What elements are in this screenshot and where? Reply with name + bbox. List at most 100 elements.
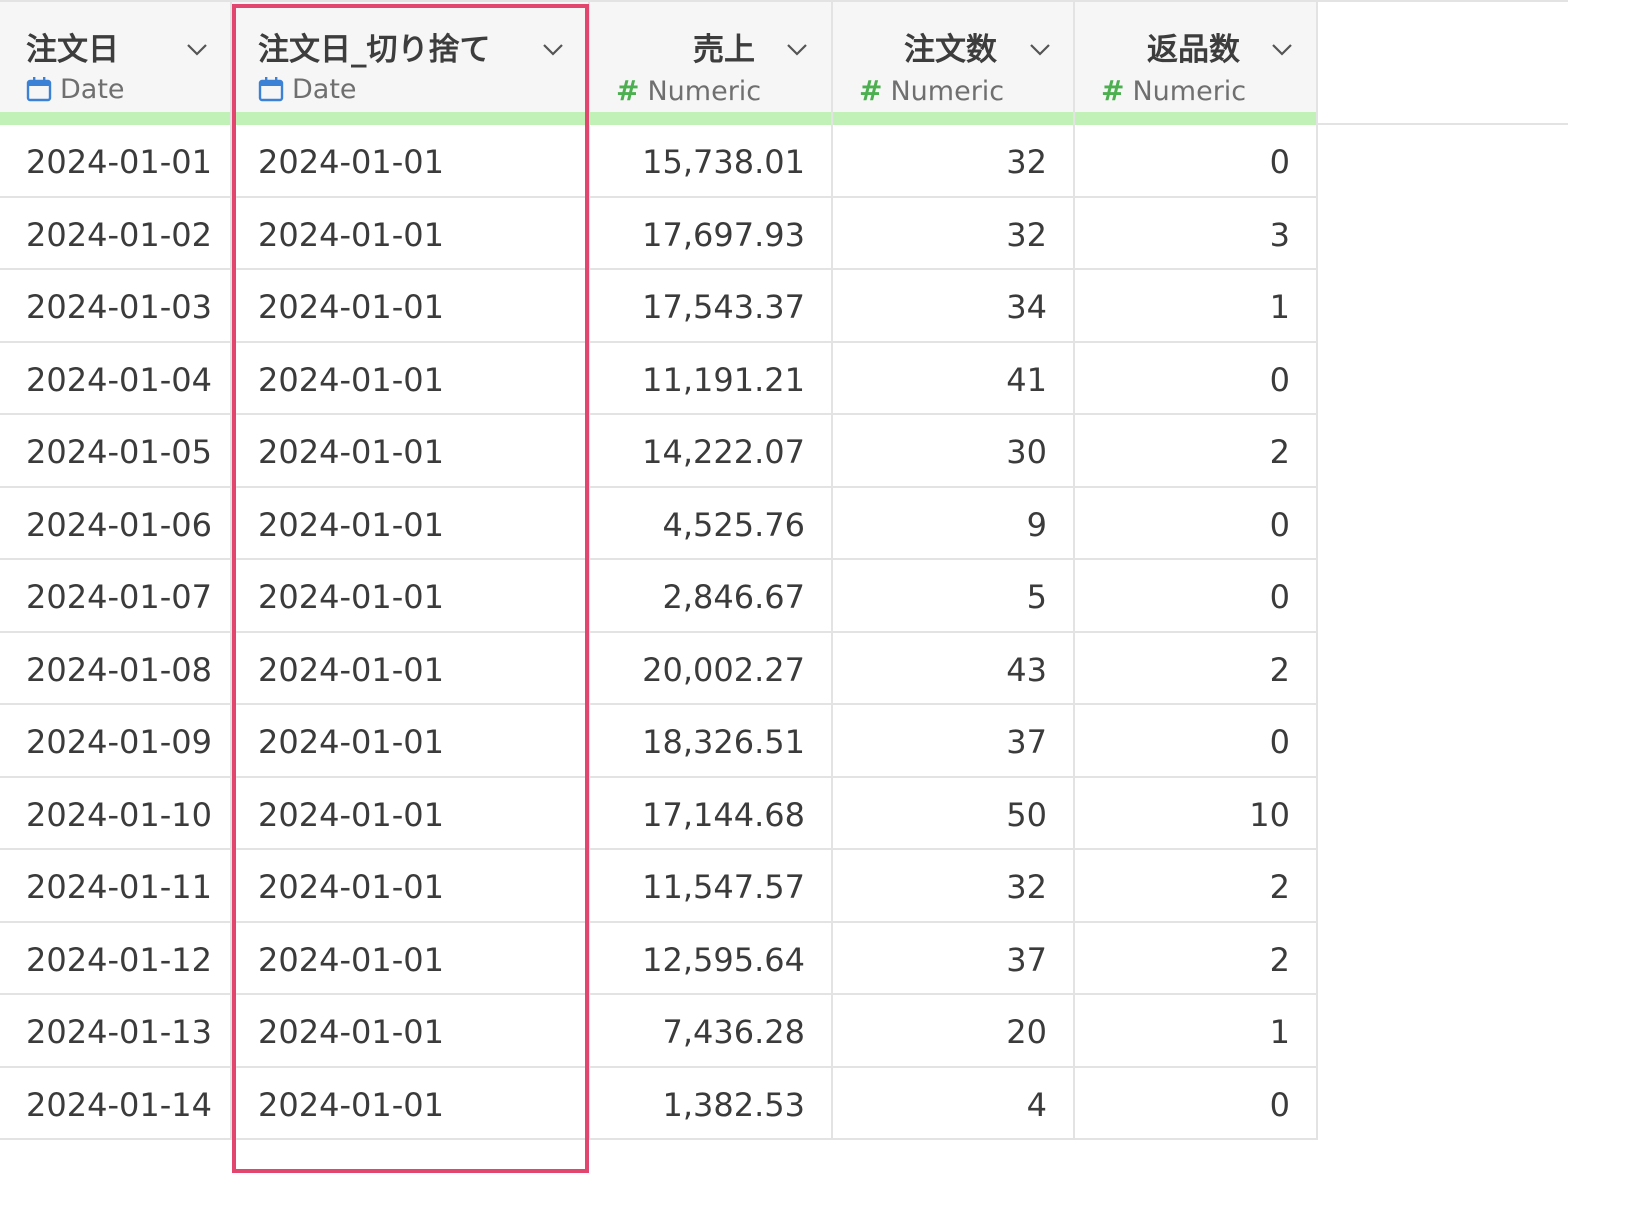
table-cell[interactable]: 2 [1075,850,1316,923]
chevron-down-icon[interactable] [186,38,208,60]
table-cell[interactable]: 5 [833,560,1073,633]
table-cell[interactable]: 2024-01-01 [232,850,588,923]
table-cell[interactable]: 2 [1075,923,1316,995]
table-cell[interactable]: 1 [1075,995,1316,1068]
table-cell[interactable]: 4,525.76 [590,488,831,560]
table-cell[interactable]: 37 [833,705,1073,778]
table-cell[interactable]: 17,697.93 [590,198,831,270]
table-column-1: 注文日 Date 2024-01-01 2024-01-02 2024-01-03 202… [0,0,232,1140]
table-cell[interactable]: 12,595.64 [590,923,831,995]
hash-icon: # [1101,74,1125,107]
table-cell[interactable]: 2024-01-01 [232,488,588,560]
table-cell[interactable]: 2024-01-13 [0,995,230,1068]
column-type-label: Numeric [1132,76,1247,107]
table-cell[interactable]: 2024-01-01 [232,415,588,488]
table-cell[interactable]: 32 [833,125,1073,198]
table-cell[interactable]: 2024-01-01 [232,560,588,633]
table-cell[interactable]: 17,543.37 [590,270,831,343]
table-cell[interactable]: 30 [833,415,1073,488]
column-header[interactable]: 返品数 # Numeric [1075,0,1316,112]
calendar-icon [26,76,52,109]
table-cell[interactable]: 20 [833,995,1073,1068]
table-cell[interactable]: 1,382.53 [590,1068,831,1140]
table-cell[interactable]: 2024-01-05 [0,415,230,488]
table-cell[interactable]: 2024-01-07 [0,560,230,633]
column-type-label: Date [60,74,125,105]
table-cell[interactable]: 2024-01-01 [232,270,588,343]
table-cell[interactable]: 15,738.01 [590,125,831,198]
table-cell[interactable]: 2024-01-12 [0,923,230,995]
hash-icon: # [616,74,640,107]
table-cell[interactable]: 32 [833,198,1073,270]
chevron-down-icon[interactable] [786,38,808,60]
table-cell[interactable]: 2024-01-04 [0,343,230,415]
table-cell[interactable]: 0 [1075,488,1316,560]
column-header[interactable]: 注文日 Date [0,0,230,112]
table-cell[interactable]: 2024-01-01 [232,633,588,705]
data-table: 注文日 Date 2024-01-01 2024-01-02 2024-01-03 202… [0,0,1568,1176]
table-cell[interactable]: 2024-01-11 [0,850,230,923]
column-name: 注文数 [904,32,997,68]
table-cell[interactable]: 2024-01-01 [232,705,588,778]
table-cell[interactable]: 17,144.68 [590,778,831,850]
hash-icon: # [859,74,883,107]
column-header[interactable]: 売上 # Numeric [590,0,831,112]
column-name: 注文日_切り捨て [258,32,491,68]
data-quality-bar [590,112,831,125]
table-cell[interactable]: 0 [1075,125,1316,198]
table-cell[interactable]: 9 [833,488,1073,560]
table-cell[interactable]: 2024-01-09 [0,705,230,778]
table-cell[interactable]: 20,002.27 [590,633,831,705]
table-cell[interactable]: 41 [833,343,1073,415]
table-column-3: 売上 # Numeric 15,738.01 17,697.93 17,543.37 11,… [590,0,833,1140]
chevron-down-icon[interactable] [542,38,564,60]
table-cell[interactable]: 2024-01-02 [0,198,230,270]
table-cell[interactable]: 37 [833,923,1073,995]
table-cell[interactable]: 2024-01-01 [0,125,230,198]
table-cell[interactable]: 2024-01-01 [232,343,588,415]
table-cell[interactable]: 18,326.51 [590,705,831,778]
chevron-down-icon[interactable] [1029,38,1051,60]
table-cell[interactable]: 3 [1075,198,1316,270]
table-cell[interactable]: 4 [833,1068,1073,1140]
table-cell[interactable]: 2,846.67 [590,560,831,633]
column-header[interactable]: 注文数 # Numeric [833,0,1073,112]
table-cell[interactable]: 2024-01-03 [0,270,230,343]
column-type-label: Numeric [890,76,1005,107]
table-cell[interactable]: 10 [1075,778,1316,850]
table-cell[interactable]: 2024-01-10 [0,778,230,850]
table-empty-area [1318,0,1568,125]
table-cell[interactable]: 2024-01-01 [232,1068,588,1140]
table-cell[interactable]: 11,191.21 [590,343,831,415]
table-cell[interactable]: 2024-01-06 [0,488,230,560]
data-quality-bar [1075,112,1316,125]
table-cell[interactable]: 2024-01-14 [0,1068,230,1140]
table-cell[interactable]: 0 [1075,705,1316,778]
data-quality-bar [0,112,230,125]
table-cell[interactable]: 2 [1075,415,1316,488]
table-cell[interactable]: 50 [833,778,1073,850]
column-header[interactable]: 注文日_切り捨て Date [232,0,588,112]
data-quality-bar [232,112,588,125]
table-cell[interactable]: 2024-01-01 [232,198,588,270]
table-cell[interactable]: 2024-01-01 [232,125,588,198]
table-cell[interactable]: 11,547.57 [590,850,831,923]
column-type-label: Numeric [647,76,762,107]
table-cell[interactable]: 0 [1075,343,1316,415]
table-cell[interactable]: 0 [1075,560,1316,633]
table-cell[interactable]: 1 [1075,270,1316,343]
table-cell[interactable]: 0 [1075,1068,1316,1140]
table-cell[interactable]: 2024-01-08 [0,633,230,705]
table-cell[interactable]: 2024-01-01 [232,778,588,850]
table-cell[interactable]: 32 [833,850,1073,923]
chevron-down-icon[interactable] [1271,38,1293,60]
table-column-4: 注文数 # Numeric 32 32 34 41 30 9 5 43 37 50 32 37 20 4 [833,0,1075,1140]
table-cell[interactable]: 43 [833,633,1073,705]
table-cell[interactable]: 14,222.07 [590,415,831,488]
table-cell[interactable]: 7,436.28 [590,995,831,1068]
table-cell[interactable]: 2 [1075,633,1316,705]
table-column-2: 注文日_切り捨て Date 2024-01-01 2024-01-01 2024-01-… [232,0,590,1140]
table-cell[interactable]: 2024-01-01 [232,923,588,995]
table-cell[interactable]: 34 [833,270,1073,343]
table-cell[interactable]: 2024-01-01 [232,995,588,1068]
